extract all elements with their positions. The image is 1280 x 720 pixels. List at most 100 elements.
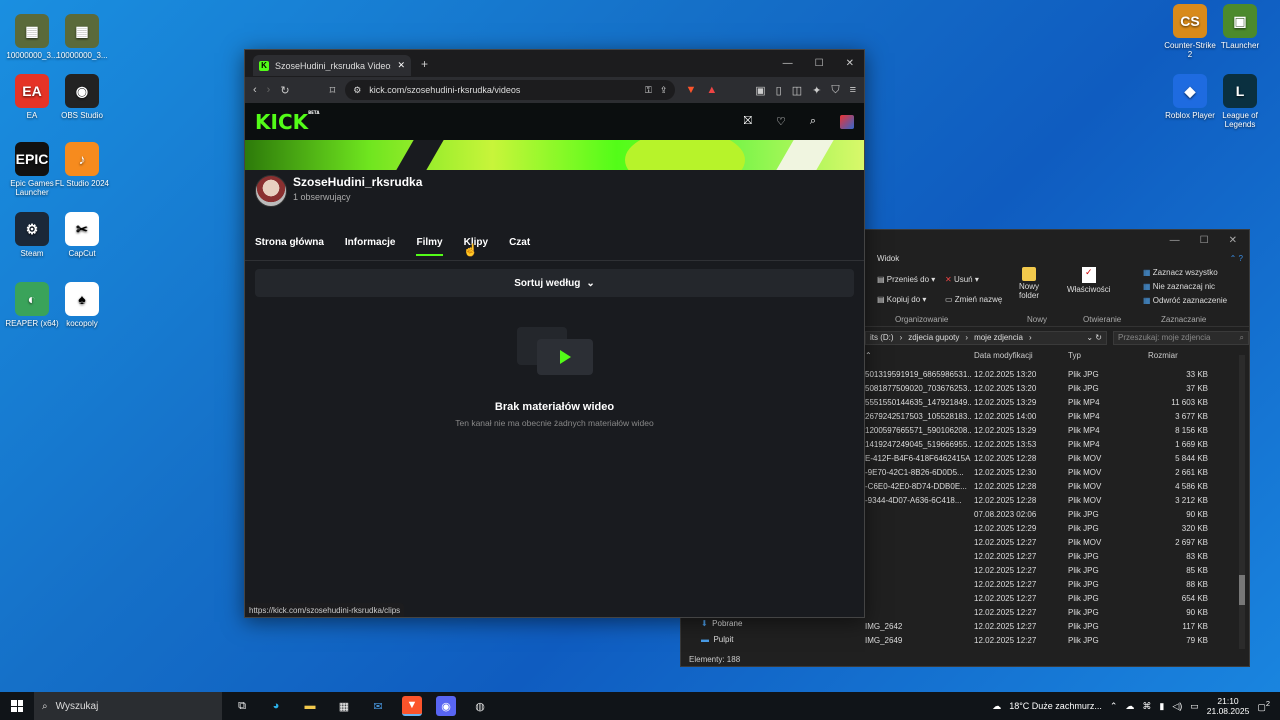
column-date[interactable]: Data modyfikacji (972, 351, 1068, 365)
address-bar[interactable]: its (D:) › zdjecia gupoty › moje zdjencia ›… (865, 331, 1107, 345)
url-bar[interactable]: ⚙ kick.com/szosehudini-rksrudka/videos ⚿… (345, 80, 676, 100)
table-row[interactable]: 12.02.2025 12:27 Plik JPG 83 KB (865, 549, 1237, 563)
store-icon[interactable]: ▦ (334, 696, 354, 716)
help-icon[interactable]: ⌃ ? (1230, 254, 1243, 263)
desktop-icon[interactable]: L League of Legends (1212, 74, 1268, 129)
brave-icon[interactable]: ▼ (402, 696, 422, 716)
language-icon[interactable]: ▭ (1190, 701, 1199, 712)
bookmark-icon[interactable]: ⌑ (330, 84, 336, 97)
table-row[interactable]: 5081877509020_703676253... 12.02.2025 13:… (865, 381, 1237, 395)
start-button[interactable] (0, 700, 34, 712)
task-view-icon[interactable]: ⧉ (232, 696, 252, 716)
desktop-icon[interactable]: ✂ CapCut (54, 212, 110, 258)
menu-icon[interactable]: ≡ (850, 84, 856, 96)
table-row[interactable]: IMG_2649 12.02.2025 12:27 Plik JPG 79 KB (865, 633, 1237, 647)
column-size[interactable]: Rozmiar (1148, 351, 1208, 365)
table-row[interactable]: -9344-4D07-A636-6C418... 12.02.2025 12:28… (865, 493, 1237, 507)
edge-icon[interactable]: ◕ (266, 696, 286, 716)
search-input[interactable]: Przeszukaj: moje zdjencia ⌕ (1113, 331, 1249, 345)
heart-icon[interactable]: ♡ (776, 115, 786, 128)
sidebar-icon[interactable]: ▯ (776, 84, 782, 97)
taskbar-search[interactable]: ⌕ Wyszukaj (34, 692, 222, 720)
microphone-icon[interactable]: ▮ (1159, 701, 1164, 712)
table-row[interactable]: 1419247249045_519666955... 12.02.2025 13:… (865, 437, 1237, 451)
nav-item-downloads[interactable]: ⬇ Pobrane (701, 619, 742, 628)
tab-chat[interactable]: Czat (509, 237, 530, 248)
close-icon[interactable]: ✕ (846, 58, 854, 69)
table-row[interactable]: 1200597665571_590106208... 12.02.2025 13:… (865, 423, 1237, 437)
new-tab-button[interactable]: + (421, 57, 428, 71)
kick-logo[interactable]: KICKBETA (255, 110, 319, 134)
tab-home[interactable]: Strona główna (255, 237, 324, 248)
scrollbar[interactable] (1239, 355, 1245, 649)
discord-icon[interactable]: ◉ (436, 696, 456, 716)
clock[interactable]: 21:10 21.08.2025 (1207, 696, 1250, 716)
table-row[interactable]: 12.02.2025 12:27 Plik MOV 2 697 KB (865, 535, 1237, 549)
column-name[interactable]: ⌃ (865, 351, 972, 365)
table-row[interactable]: IMG_2642 12.02.2025 12:27 Plik JPG 117 KB (865, 619, 1237, 633)
search-icon[interactable]: ⌕ (810, 115, 816, 128)
user-avatar[interactable] (840, 114, 854, 129)
channel-avatar[interactable] (255, 175, 287, 207)
weather-text[interactable]: 18°C Duże zachmurz... (1009, 701, 1102, 711)
desktop-icon[interactable]: ▦ 10000000_3... (54, 14, 110, 60)
table-row[interactable]: 12.02.2025 12:27 Plik JPG 90 KB (865, 605, 1237, 619)
breadcrumb-item[interactable]: its (D:) (870, 333, 894, 343)
leo-icon[interactable]: ✦ (812, 84, 821, 97)
close-icon[interactable]: ✕ (1229, 235, 1237, 246)
chevron-up-icon[interactable]: ⌃ (1110, 701, 1118, 712)
properties-button[interactable]: ✓ Właściwości (1067, 267, 1111, 294)
table-row[interactable]: 07.08.2023 02:06 Plik JPG 90 KB (865, 507, 1237, 521)
reload-icon[interactable]: ↻ (280, 84, 289, 97)
desktop-icon[interactable]: EA EA (4, 74, 60, 120)
table-row[interactable]: 12.02.2025 12:27 Plik JPG 88 KB (865, 577, 1237, 591)
copy-to-button[interactable]: ▤ Kopiuj do ▾ (877, 295, 926, 304)
rename-button[interactable]: ▭ Zmień nazwę (945, 295, 1002, 304)
table-row[interactable]: -9E70-42C1-8B26-6D0D5... 12.02.2025 12:30… (865, 465, 1237, 479)
brave-shields-icon[interactable]: ▼ (685, 84, 696, 96)
notifications-icon[interactable]: ▢2 (1257, 699, 1270, 713)
tab-videos[interactable]: Filmy (416, 237, 443, 256)
obs-icon[interactable]: ◍ (470, 696, 490, 716)
forward-icon[interactable]: › (267, 84, 271, 96)
desktop-icon[interactable]: ◐ REAPER (x64) (4, 282, 60, 328)
table-row[interactable]: 2679242517503_105528183... 12.02.2025 14:… (865, 409, 1237, 423)
table-row[interactable]: 12.02.2025 12:29 Plik JPG 320 KB (865, 521, 1237, 535)
desktop-icon[interactable]: EPIC Epic Games Launcher (4, 142, 60, 197)
desktop-icon[interactable]: ⚙ Steam (4, 212, 60, 258)
share-icon[interactable]: ⇪ (660, 85, 668, 96)
column-type[interactable]: Typ (1068, 351, 1148, 365)
browser-window[interactable]: K SzoseHudini_rksrudka Videos - V ✕ + — … (244, 49, 865, 618)
table-row[interactable]: 501319591919_6865986531... 12.02.2025 13:… (865, 367, 1237, 381)
maximize-icon[interactable]: ☐ (815, 58, 824, 69)
minimize-icon[interactable]: — (783, 58, 793, 69)
sort-dropdown[interactable]: Sortuj według ⌄ (255, 269, 854, 297)
back-icon[interactable]: ‹ (253, 84, 257, 96)
select-none-button[interactable]: ▦ Nie zaznaczaj nic (1143, 282, 1215, 291)
gift-icon[interactable]: ⛝ (744, 115, 752, 128)
new-folder-button[interactable]: Nowy folder (1015, 267, 1043, 301)
table-row[interactable]: 5551550144635_147921849... 12.02.2025 13:… (865, 395, 1237, 409)
brave-rewards-icon[interactable]: ▲ (706, 84, 717, 96)
media-icon[interactable]: ▣ (755, 84, 765, 97)
table-row[interactable]: E-412F-B4F6-418F6462415A 12.02.2025 12:28… (865, 451, 1237, 465)
minimize-icon[interactable]: — (1170, 235, 1180, 246)
breadcrumb-item[interactable]: zdjecia gupoty (908, 333, 959, 343)
key-icon[interactable]: ⚿ (645, 85, 652, 96)
site-info-icon[interactable]: ⚙ (353, 85, 361, 96)
desktop-icon[interactable]: ♪ FL Studio 2024 (54, 142, 110, 188)
file-explorer-icon[interactable]: ▬ (300, 696, 320, 716)
ribbon-tab-view[interactable]: Widok (877, 254, 899, 263)
desktop-icon[interactable]: CS Counter-Strike 2 (1162, 4, 1218, 59)
delete-button[interactable]: ✕ Usuń ▾ (945, 275, 979, 284)
desktop-icon[interactable]: ▦ 10000000_3... (4, 14, 60, 60)
vpn-icon[interactable]: ⛉ (831, 84, 839, 97)
breadcrumb-item[interactable]: moje zdjencia (974, 333, 1023, 343)
weather-icon[interactable]: ☁ (992, 701, 1001, 712)
network-icon[interactable]: ⌘ (1142, 701, 1151, 712)
close-tab-icon[interactable]: ✕ (397, 60, 405, 71)
invert-selection-button[interactable]: ▦ Odwróć zaznaczenie (1143, 296, 1227, 305)
desktop-icon[interactable]: ♠ kocopoly (54, 282, 110, 328)
table-row[interactable]: 12.02.2025 12:27 Plik JPG 85 KB (865, 563, 1237, 577)
table-row[interactable]: 12.02.2025 12:27 Plik JPG 654 KB (865, 591, 1237, 605)
